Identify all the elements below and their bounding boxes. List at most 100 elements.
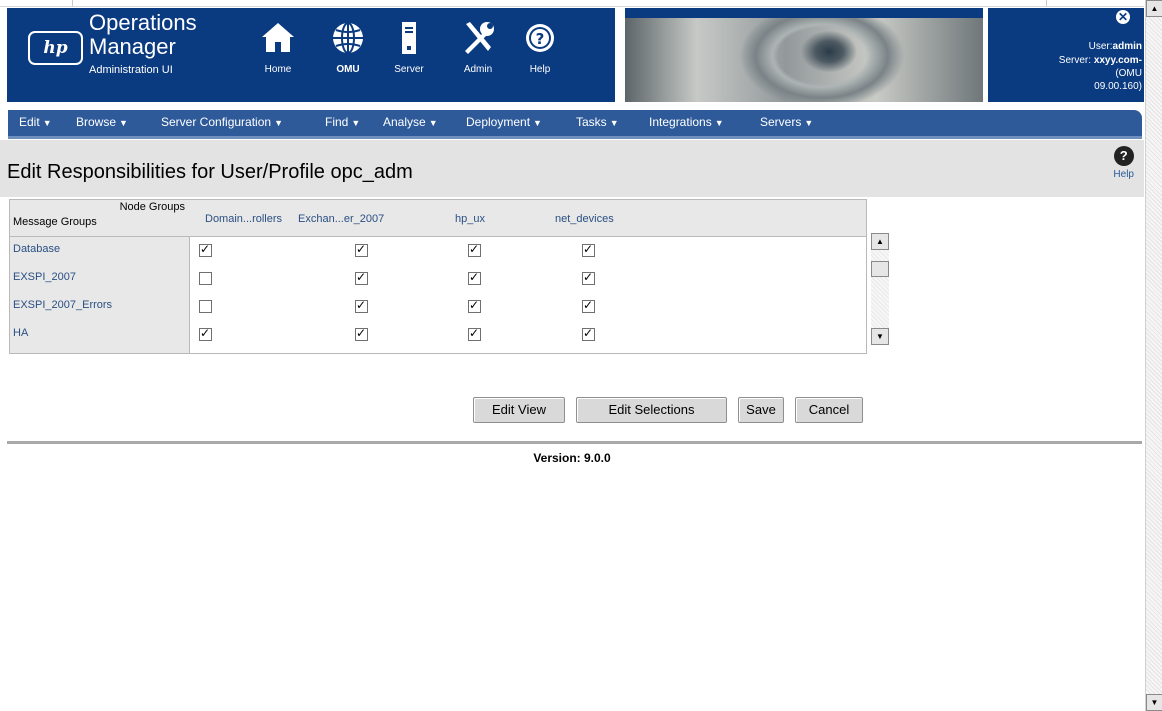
top-strip <box>0 0 1144 7</box>
menu-edit[interactable]: Edit ▼ <box>19 115 52 129</box>
top-strip-segment <box>0 0 73 6</box>
version-text: Version: 9.0.0 <box>533 451 611 465</box>
responsibility-checkbox[interactable] <box>468 326 481 341</box>
home-icon <box>248 20 308 62</box>
page-title-band: Edit Responsibilities for User/Profile o… <box>0 140 1144 197</box>
chevron-down-icon: ▼ <box>119 118 128 128</box>
app-header: hp Operations Manager Administration UI … <box>0 0 1144 104</box>
responsibility-checkbox[interactable] <box>468 270 481 285</box>
nav-server-label: Server <box>394 64 424 75</box>
nav-omu[interactable]: OMU <box>318 20 378 75</box>
menu-server-configuration[interactable]: Server Configuration ▼ <box>161 115 283 129</box>
responsibility-checkbox[interactable] <box>199 300 212 313</box>
page-scrollbar[interactable]: ▲ ▼ <box>1145 0 1162 711</box>
scroll-down-icon[interactable]: ▼ <box>1146 694 1162 711</box>
menu-edit-label: Edit <box>19 115 40 129</box>
menu-analyse[interactable]: Analyse ▼ <box>383 115 438 129</box>
main-menubar: Edit ▼ Browse ▼ Server Configuration ▼ Find… <box>8 110 1142 139</box>
cancel-button[interactable]: Cancel <box>795 397 863 423</box>
row-label[interactable]: EXSPI_2007 <box>13 271 76 283</box>
scroll-up-icon[interactable]: ▲ <box>1146 0 1162 17</box>
menu-browse-label: Browse <box>76 115 117 129</box>
nav-home-label: Home <box>264 64 292 75</box>
nav-admin[interactable]: Admin <box>448 20 508 75</box>
edit-selections-button[interactable]: Edit Selections <box>576 397 727 423</box>
help-icon: ? <box>1113 146 1134 166</box>
row-label[interactable]: Database <box>13 243 60 255</box>
menu-browse[interactable]: Browse ▼ <box>76 115 128 129</box>
nav-omu-label: OMU <box>336 64 360 75</box>
page-help-label: Help <box>1113 169 1134 180</box>
responsibility-checkbox[interactable] <box>582 298 595 313</box>
page-title: Edit Responsibilities for User/Profile o… <box>7 161 413 183</box>
responsibility-checkbox[interactable] <box>355 242 368 257</box>
responsibility-checkbox[interactable] <box>468 298 481 313</box>
page-help-button[interactable]: ? Help <box>1113 146 1134 180</box>
column-header[interactable]: Exchan...er_2007 <box>298 213 384 225</box>
menu-analyse-label: Analyse <box>383 115 426 129</box>
grid-scrollbar[interactable]: ▲ ▼ <box>871 233 889 345</box>
responsibility-checkbox[interactable] <box>582 326 595 341</box>
column-header[interactable]: hp_ux <box>455 213 485 225</box>
help-icon: ? <box>510 20 570 62</box>
responsibility-checkbox[interactable] <box>582 270 595 285</box>
nav-home[interactable]: Home <box>248 20 308 75</box>
scroll-down-icon[interactable]: ▼ <box>871 328 889 345</box>
menu-servers-label: Servers <box>760 115 802 129</box>
edit-view-button[interactable]: Edit View <box>473 397 565 423</box>
nav-help[interactable]: ? Help <box>510 20 570 75</box>
menu-deployment-label: Deployment <box>466 115 531 129</box>
nav-admin-label: Admin <box>463 64 493 75</box>
close-icon[interactable]: ✕ <box>1116 10 1130 24</box>
row-label[interactable]: EXSPI_2007_Errors <box>13 299 112 311</box>
header-photo <box>625 8 983 102</box>
top-strip-segment <box>984 0 1047 6</box>
chevron-down-icon: ▼ <box>533 118 542 128</box>
server-icon <box>379 20 439 62</box>
scroll-thumb[interactable] <box>871 261 889 277</box>
chevron-down-icon: ▼ <box>274 118 283 128</box>
menu-integrations[interactable]: Integrations ▼ <box>649 115 724 129</box>
chevron-down-icon: ▼ <box>42 118 52 128</box>
product-subtitle: Administration UI <box>89 64 173 76</box>
responsibility-checkbox[interactable] <box>355 270 368 285</box>
menu-deployment[interactable]: Deployment ▼ <box>466 115 542 129</box>
chevron-down-icon: ▼ <box>714 118 724 128</box>
menu-servers[interactable]: Servers ▼ <box>760 115 813 129</box>
scroll-up-icon[interactable]: ▲ <box>871 233 889 250</box>
chevron-down-icon: ▼ <box>428 118 438 128</box>
column-header[interactable]: net_devices <box>555 213 614 225</box>
user-label: User: <box>1088 41 1113 52</box>
responsibility-checkbox[interactable] <box>355 326 368 341</box>
server-version-line2: 09.00.160) <box>1094 81 1142 92</box>
server-value: xxyy.com- <box>1093 55 1142 66</box>
server-label: Server: <box>1058 55 1092 66</box>
tools-icon <box>448 20 508 62</box>
chevron-down-icon: ▼ <box>351 118 361 128</box>
menu-find-label: Find <box>325 115 349 129</box>
brand-panel: hp Operations Manager Administration UI … <box>7 8 615 102</box>
row-label[interactable]: HA <box>13 327 28 339</box>
user-info-panel: ✕ User:admin Server: xxyy.com- (OMU 09.0… <box>988 8 1144 102</box>
responsibility-checkbox[interactable] <box>355 298 368 313</box>
node-groups-heading: Node Groups <box>119 201 185 213</box>
responsibility-checkbox[interactable] <box>199 272 212 285</box>
nav-server[interactable]: Server <box>379 20 439 75</box>
menu-server-configuration-label: Server Configuration <box>161 115 272 129</box>
message-groups-heading: Message Groups <box>13 216 97 228</box>
server-version-line1: (OMU <box>1115 68 1142 79</box>
responsibility-checkbox[interactable] <box>199 242 212 257</box>
product-title-line1: Operations <box>89 10 197 35</box>
responsibility-checkbox[interactable] <box>468 242 481 257</box>
product-title-line2: Manager <box>89 34 176 59</box>
menu-tasks[interactable]: Tasks ▼ <box>576 115 619 129</box>
column-header[interactable]: Domain...rollers <box>205 213 282 225</box>
menu-tasks-label: Tasks <box>576 115 607 129</box>
menu-integrations-label: Integrations <box>649 115 712 129</box>
responsibility-checkbox[interactable] <box>199 326 212 341</box>
save-button[interactable]: Save <box>738 397 784 423</box>
server-line: Server: xxyy.com- <box>1059 55 1142 66</box>
responsibility-checkbox[interactable] <box>582 242 595 257</box>
menu-find[interactable]: Find ▼ <box>325 115 360 129</box>
footer-divider <box>7 441 1142 444</box>
